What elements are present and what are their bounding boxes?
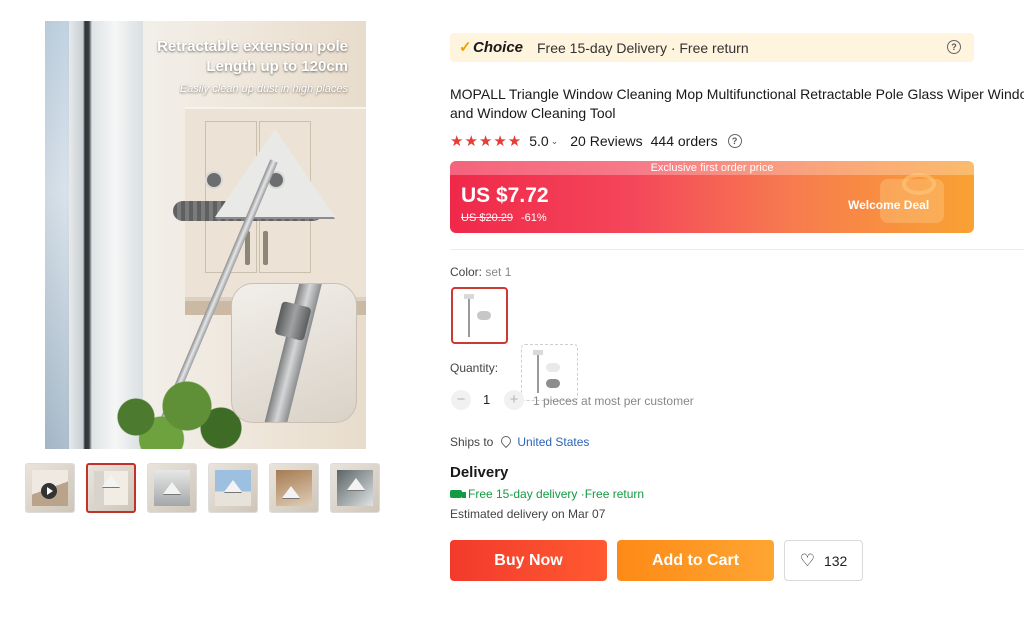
mop-thumb-icon	[224, 480, 242, 492]
mop-swatch-icon	[464, 294, 474, 337]
truck-icon	[450, 490, 466, 498]
ships-to-row: Ships to United States	[450, 433, 589, 449]
product-title: MOPALL Triangle Window Cleaning Mop Mult…	[450, 85, 1024, 123]
orders-count: 444 orders	[650, 133, 718, 149]
thumbnail-6[interactable]	[330, 463, 380, 513]
quantity-limit-note: 1 pieces at most per customer	[533, 394, 694, 408]
mop-thumb-icon	[102, 475, 120, 487]
product-title-line-1: MOPALL Triangle Window Cleaning Mop Mult…	[450, 86, 1024, 102]
buy-now-button[interactable]: Buy Now	[450, 540, 607, 581]
estimated-delivery: Estimated delivery on Mar 07	[450, 507, 606, 521]
headline-line-2: Length up to 120cm	[206, 58, 348, 75]
mop-thumb-icon	[163, 482, 181, 494]
star-rating-icon: ★★★★★	[450, 133, 523, 150]
orders-help-icon[interactable]: ?	[727, 134, 742, 148]
discount-percent: -61%	[521, 212, 547, 224]
play-icon	[41, 483, 57, 499]
mop-swatch-icon	[533, 350, 543, 393]
rating-value[interactable]: 5.0	[529, 133, 548, 149]
image-headline: Retractable extension pole Length up to …	[157, 37, 348, 99]
pole-detail-inset	[231, 283, 357, 423]
choice-help-icon[interactable]: ?	[947, 40, 961, 54]
color-label: Color:	[450, 265, 483, 279]
plant-graphic	[85, 351, 255, 449]
add-to-cart-button[interactable]: Add to Cart	[617, 540, 774, 581]
color-option-set-2[interactable]	[521, 344, 578, 401]
mop-screw-graphic	[205, 171, 223, 189]
current-price: US $7.72	[461, 184, 549, 207]
window-glass-graphic	[45, 21, 69, 449]
mop-head-swatch-icon	[546, 379, 560, 388]
mop-thumb-icon	[347, 478, 365, 490]
thumbnail-strip	[25, 463, 380, 515]
quantity-input[interactable]: 1	[483, 392, 490, 407]
gift-bow-icon	[902, 173, 936, 195]
headline-line-3: Easily clean up dust in high places	[179, 83, 348, 95]
color-option-set-1[interactable]	[451, 287, 508, 344]
ships-to-label: Ships to	[450, 435, 494, 449]
product-title-line-2: and Window Cleaning Tool	[450, 105, 616, 121]
section-divider	[450, 249, 1024, 250]
thumbnail-2[interactable]	[86, 463, 136, 513]
heart-icon: ♡	[799, 551, 815, 570]
welcome-deal-badge: Welcome Deal	[848, 198, 930, 212]
mop-head-swatch-icon	[546, 363, 560, 372]
color-selected-value: set 1	[485, 265, 512, 279]
quantity-increase-button[interactable]: +	[504, 390, 524, 410]
price-banner: Exclusive first order price US $7.72 US …	[450, 161, 974, 233]
headline-line-1: Retractable extension pole	[157, 38, 348, 55]
delivery-heading: Delivery	[450, 464, 509, 481]
thumbnail-3[interactable]	[147, 463, 197, 513]
cabinet-handle-graphic	[263, 231, 268, 265]
choice-bar[interactable]: ✓ Choice Free 15-day Delivery · Free ret…	[450, 33, 974, 62]
quantity-decrease-button[interactable]: −	[451, 390, 471, 410]
color-label-row: Color: set 1	[450, 265, 511, 279]
chevron-down-icon[interactable]: ⌄	[551, 136, 559, 147]
thumbnail-4[interactable]	[208, 463, 258, 513]
reviews-link[interactable]: 20 Reviews	[570, 133, 642, 149]
ship-destination-link[interactable]: United States	[517, 435, 589, 449]
mop-head-swatch-icon	[477, 311, 491, 320]
thumbnail-5[interactable]	[269, 463, 319, 513]
wishlist-button[interactable]: ♡ 132	[784, 540, 863, 581]
thumbnail-video[interactable]	[25, 463, 75, 513]
free-delivery-line: Free 15-day delivery ·Free return	[450, 487, 644, 501]
wishlist-count: 132	[823, 552, 848, 569]
free-delivery-text: Free 15-day delivery ·Free return	[468, 487, 645, 501]
mop-thumb-icon	[282, 486, 300, 498]
choice-logo: Choice	[473, 39, 524, 56]
quantity-label: Quantity:	[450, 361, 499, 375]
choice-benefits-text: Free 15-day Delivery · Free return	[537, 40, 749, 56]
main-product-image[interactable]: Retractable extension pole Length up to …	[45, 21, 366, 449]
choice-check-icon: ✓	[459, 39, 472, 56]
location-pin-icon	[499, 433, 514, 449]
rating-row: ★★★★★ 5.0 ⌄ 20 Reviews 444 orders ?	[450, 132, 742, 150]
deal-banner-label: Exclusive first order price	[450, 161, 974, 175]
original-price: US $20.29	[461, 212, 513, 224]
